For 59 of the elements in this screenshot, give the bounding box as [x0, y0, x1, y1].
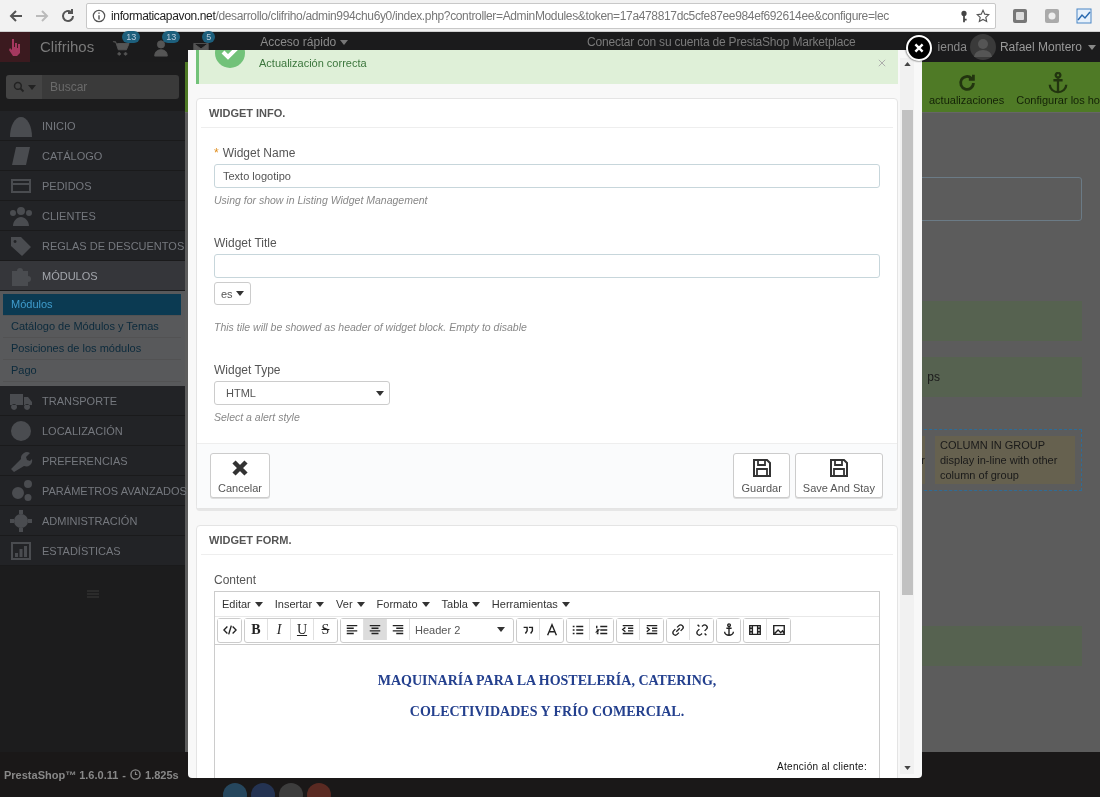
bold-button[interactable]: B	[245, 619, 268, 640]
sidebar-item[interactable]: REGLAS DE DESCUENTOS	[0, 231, 185, 261]
quick-access-menu[interactable]: Acceso rápido	[260, 35, 337, 49]
editor-menu[interactable]: Tabla	[441, 598, 480, 610]
alert-message: Actualización correcta	[259, 57, 367, 69]
help-text: Select a alert style	[214, 411, 300, 423]
editor-menu[interactable]: Formato	[376, 598, 430, 610]
shop-name[interactable]: Clifrihos	[40, 38, 95, 55]
column-title: COLUMN IN GROUP	[940, 437, 1046, 453]
user-menu[interactable]: Rafael Montero	[999, 40, 1082, 54]
field-label: Content	[214, 573, 257, 587]
notification-count: 13	[162, 31, 181, 43]
editor-text: Atención al cliente:	[776, 761, 868, 772]
column-description: display in-line with other column of group	[940, 452, 1059, 483]
language-dropdown[interactable]: es	[214, 282, 251, 305]
editor-menu[interactable]: Insertar	[274, 598, 325, 610]
field-label: Widget Name	[222, 146, 296, 160]
editor-text: COLECTIVIDADES Y FRÍO COMERCIAL.	[408, 702, 686, 721]
required-mark: *	[214, 146, 219, 160]
sidebar-item[interactable]: PREFERENCIAS	[0, 446, 185, 476]
load-time: 1.825s	[145, 768, 179, 781]
row-text: ps	[927, 370, 940, 384]
toolbar-button[interactable]: Configurar los ho	[1016, 72, 1100, 106]
editor-menu[interactable]: Ver	[336, 598, 365, 610]
editor-menu[interactable]: Editar	[222, 598, 263, 610]
notification-count: 13	[122, 31, 141, 43]
editor-text: MAQUINARÍA PARA LA HOSTELERÍA, CATERING,	[376, 671, 718, 690]
sidebar-item[interactable]: CATÁLOGO	[0, 141, 185, 171]
cancel-button[interactable]: Cancelar	[210, 453, 271, 498]
notification-count: 5	[202, 31, 216, 43]
sidebar-item[interactable]: PARÁMETROS AVANZADOS	[0, 476, 185, 506]
widget-name-field[interactable]: Texto logotipo	[214, 164, 880, 188]
column-text: r	[921, 454, 925, 466]
submenu-item[interactable]: Módulos	[3, 294, 181, 316]
save-button[interactable]: Guardar	[733, 453, 790, 498]
panel-title: WIDGET FORM.	[201, 526, 893, 555]
help-text: This tile will be showed as header of widget block. Empty to disable	[214, 321, 527, 333]
view-shop-link[interactable]: ienda	[937, 40, 967, 54]
separator-text: -	[122, 768, 126, 781]
sidebar-item[interactable]: TRANSPORTE	[0, 386, 185, 416]
sidebar-item[interactable]: ESTADÍSTICAS	[0, 536, 185, 566]
sidebar-item[interactable]: CLIENTES	[0, 201, 185, 231]
sidebar-item[interactable]: ADMINISTRACIÓN	[0, 506, 185, 536]
address-bar[interactable]: informaticapavon.net/desarrollo/clifriho/admin994chu6y0/index.php?controller=AdminModules&token=17a478817dc5cfe87ee984ef692614ee&configure=lec	[86, 2, 996, 29]
version-text: PrestaShop™ 1.6.0.11	[4, 768, 119, 781]
save-button[interactable]: Save And Stay	[794, 453, 883, 498]
editor-menu[interactable]: Herramientas	[491, 598, 570, 610]
marketplace-link[interactable]: Conectar con su cuenta de PrestaShop Marketplace	[587, 35, 856, 49]
widget-type-select[interactable]: HTML	[214, 381, 390, 405]
sidebar-item[interactable]: INICIO	[0, 111, 185, 141]
help-text: Using for show in Listing Widget Management	[214, 194, 428, 206]
sidebar-item[interactable]: LOCALIZACIÓN	[0, 416, 185, 446]
field-label: Widget Type	[214, 363, 281, 377]
field-label: Widget Title	[214, 236, 277, 250]
sidebar-item[interactable]: MÓDULOS	[0, 261, 185, 291]
sidebar-item[interactable]: PEDIDOS	[0, 171, 185, 201]
panel-title: WIDGET INFO.	[201, 99, 893, 128]
url-text: informaticapavon.net/desarrollo/clifriho/admin994chu6y0/index.php?controller=AdminModules&token=17a478817dc5cfe87ee984ef692614ee&configure=lec	[111, 8, 890, 23]
toolbar-button[interactable]: actualizaciones	[929, 72, 1005, 106]
